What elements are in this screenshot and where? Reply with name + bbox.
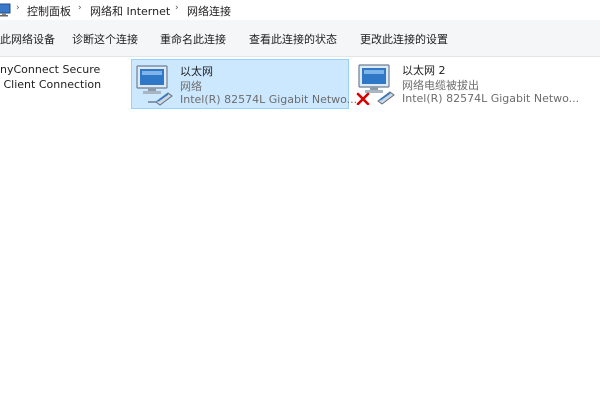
breadcrumb-network-connections[interactable]: 网络连接 — [187, 3, 231, 19]
control-panel-icon — [0, 3, 11, 17]
breadcrumb-separator: › — [78, 3, 82, 13]
connection-name: 以太网 2 — [402, 64, 446, 77]
breadcrumb-network-internet[interactable]: 网络和 Internet — [90, 3, 170, 19]
command-toolbar: 禁用此网络设备 诊断这个连接 重命名此连接 查看此连接的状态 更改此连接的设置 — [0, 20, 600, 57]
connection-device: Intel(R) 82574L Gigabit Netwo... — [180, 93, 358, 106]
breadcrumb-separator: › — [16, 3, 20, 13]
vpn-connection-item[interactable]: nyConnect Secure Client Connection — [0, 62, 101, 92]
address-bar[interactable]: › 控制面板 › 网络和 Internet › 网络连接 — [0, 0, 600, 21]
connection-status: 网络电缆被拔出 — [402, 79, 479, 92]
disable-device-button[interactable]: 禁用此网络设备 — [0, 31, 55, 47]
connection-status: 网络 — [180, 80, 202, 93]
connection-item-ethernet-2[interactable]: 以太网 2 网络电缆被拔出 Intel(R) 82574L Gigabit Ne… — [354, 59, 579, 109]
connection-item-ethernet[interactable]: 以太网 网络 Intel(R) 82574L Gigabit Netwo... — [131, 59, 357, 109]
breadcrumb-control-panel[interactable]: 控制面板 — [27, 3, 71, 19]
error-x-icon — [356, 92, 370, 105]
connection-device: Intel(R) 82574L Gigabit Netwo... — [402, 92, 580, 105]
diagnose-button[interactable]: 诊断这个连接 — [72, 31, 138, 47]
network-adapter-icon — [136, 65, 173, 106]
rename-button[interactable]: 重命名此连接 — [160, 31, 226, 47]
view-status-button[interactable]: 查看此连接的状态 — [249, 31, 337, 47]
change-settings-button[interactable]: 更改此连接的设置 — [360, 31, 448, 47]
connection-name: 以太网 — [180, 65, 213, 78]
breadcrumb-separator: › — [175, 3, 179, 13]
network-adapter-unplugged-icon — [356, 64, 395, 105]
